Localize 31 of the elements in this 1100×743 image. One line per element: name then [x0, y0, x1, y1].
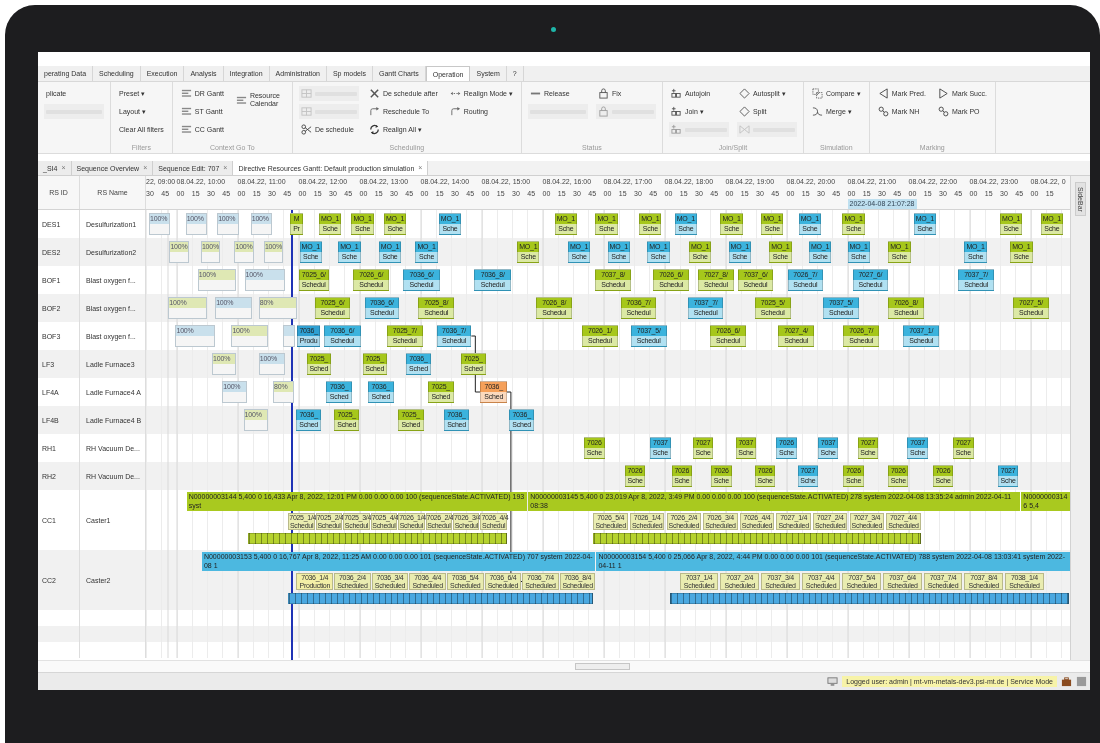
- grid-icon: [300, 106, 312, 117]
- merge-arrows-icon: [811, 106, 823, 117]
- square-icon[interactable]: [1076, 676, 1087, 687]
- padlock-icon: [597, 88, 609, 99]
- horizontal-scrollbar[interactable]: [38, 660, 1090, 672]
- completed-task-bar[interactable]: [283, 325, 296, 347]
- gantt-chart-icon: [180, 88, 192, 99]
- padlock-icon: [597, 106, 609, 117]
- cycle-arrows-icon: [368, 124, 380, 135]
- curved-arrow-icon: [368, 106, 380, 117]
- diamond-icon: [738, 88, 750, 99]
- triangle-left-icon: [877, 88, 889, 99]
- curved-arrow-icon: [449, 106, 461, 117]
- dashed-squares-icon: [811, 88, 823, 99]
- bowtie-icon: [738, 124, 750, 135]
- gantt-chart-icon: [180, 106, 192, 117]
- camera-dot: [551, 27, 556, 32]
- cross-icon: [368, 88, 380, 99]
- linked-circles-icon: [937, 106, 949, 117]
- join-blocks-icon: [670, 106, 682, 117]
- join-blocks-icon: [670, 88, 682, 99]
- linked-circles-icon: [877, 106, 889, 117]
- diamond-icon: [738, 106, 750, 117]
- grid-icon: [300, 88, 312, 99]
- monitor-icon: [827, 676, 839, 687]
- scissors-icon: [300, 124, 312, 135]
- gantt-chart-icon: [235, 94, 247, 106]
- briefcase-icon[interactable]: [1061, 676, 1072, 687]
- triangle-right-icon: [937, 88, 949, 99]
- join-blocks-icon: [670, 124, 682, 135]
- gantt-chart-icon: [180, 124, 192, 135]
